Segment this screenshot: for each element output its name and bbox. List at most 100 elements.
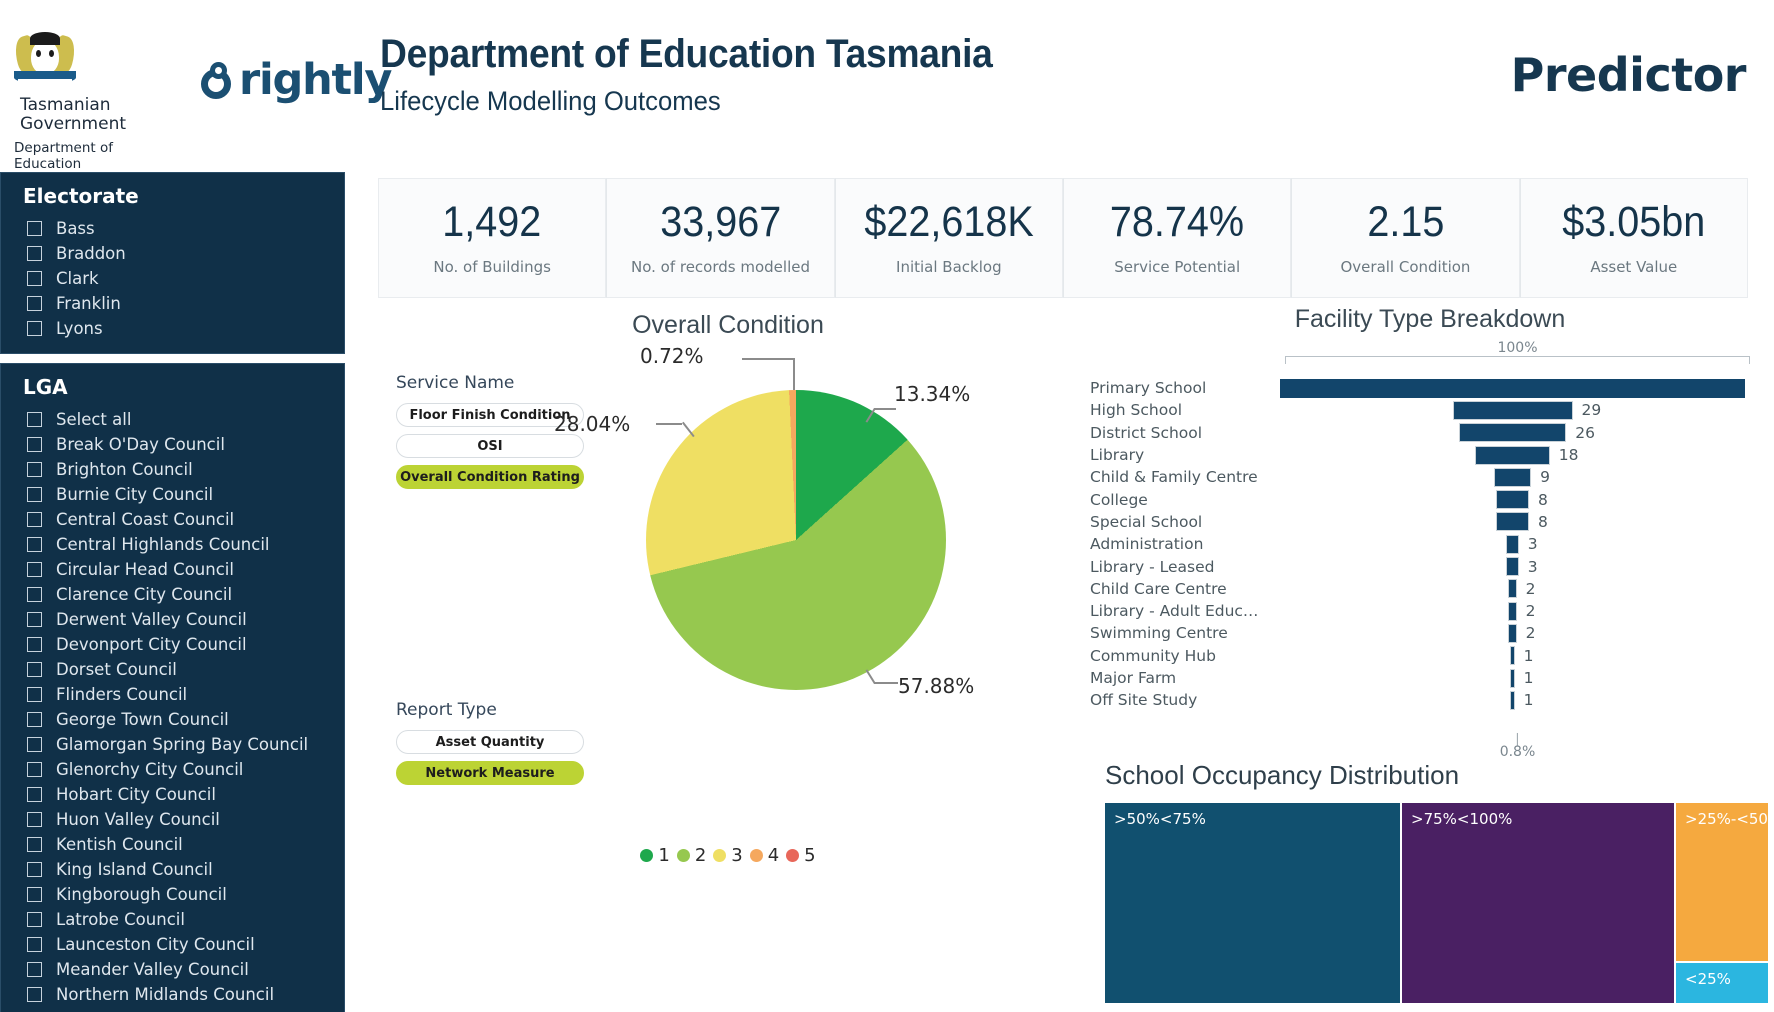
checkbox-icon[interactable]	[27, 412, 42, 427]
checkbox-icon[interactable]	[27, 912, 42, 927]
pie-legend-item[interactable]: 2	[676, 845, 706, 866]
funnel-bar[interactable]	[1493, 467, 1532, 487]
electorate-item[interactable]: Braddon	[1, 241, 344, 266]
report-type-option[interactable]: Network Measure	[396, 761, 584, 785]
lga-item[interactable]: Burnie City Council	[1, 482, 344, 507]
treemap-cell-1[interactable]: >75%<100%	[1402, 803, 1674, 1003]
lga-item[interactable]: Kentish Council	[1, 832, 344, 857]
checkbox-icon[interactable]	[27, 271, 42, 286]
lga-item[interactable]: Huon Valley Council	[1, 807, 344, 832]
treemap-cell-2[interactable]: >25%-<50%	[1676, 803, 1774, 961]
funnel-bar[interactable]	[1475, 445, 1550, 465]
lga-item[interactable]: Glenorchy City Council	[1, 757, 344, 782]
electorate-item[interactable]: Bass	[1, 216, 344, 241]
funnel-bar[interactable]	[1506, 557, 1519, 577]
funnel-row[interactable]: Child & Family Centre 9	[1090, 466, 1770, 488]
funnel-row[interactable]: Administration 3	[1090, 533, 1770, 555]
funnel-row[interactable]: Library 18	[1090, 444, 1770, 466]
funnel-row[interactable]: Library - Leased 3	[1090, 555, 1770, 577]
electorate-item[interactable]: Lyons	[1, 316, 344, 341]
electorate-item[interactable]: Clark	[1, 266, 344, 291]
funnel-bar[interactable]	[1510, 690, 1515, 710]
checkbox-icon[interactable]	[27, 537, 42, 552]
treemap-cell-3[interactable]: <25%	[1676, 963, 1768, 1003]
lga-item[interactable]: Flinders Council	[1, 682, 344, 707]
funnel-row[interactable]: High School 29	[1090, 399, 1770, 421]
funnel-bar[interactable]	[1508, 601, 1517, 621]
checkbox-icon[interactable]	[27, 937, 42, 952]
lga-item[interactable]: Central Coast Council	[1, 507, 344, 532]
lga-item[interactable]: Kingborough Council	[1, 882, 344, 907]
checkbox-icon[interactable]	[27, 587, 42, 602]
electorate-item[interactable]: Franklin	[1, 291, 344, 316]
checkbox-icon[interactable]	[27, 462, 42, 477]
checkbox-icon[interactable]	[27, 812, 42, 827]
checkbox-icon[interactable]	[27, 887, 42, 902]
checkbox-icon[interactable]	[27, 787, 42, 802]
funnel-bar[interactable]	[1510, 668, 1515, 688]
lga-item[interactable]: Devonport City Council	[1, 632, 344, 657]
funnel-row[interactable]: College 8	[1090, 488, 1770, 510]
treemap-cell-0[interactable]: >50%<75%	[1105, 803, 1400, 1003]
service-name-option[interactable]: Overall Condition Rating	[396, 465, 584, 489]
checkbox-icon[interactable]	[27, 612, 42, 627]
checkbox-icon[interactable]	[27, 962, 42, 977]
lga-item[interactable]: George Town Council	[1, 707, 344, 732]
lga-item[interactable]: Derwent Valley Council	[1, 607, 344, 632]
service-name-option[interactable]: OSI	[396, 434, 584, 458]
lga-item[interactable]: Central Highlands Council	[1, 532, 344, 557]
checkbox-icon[interactable]	[27, 862, 42, 877]
lga-item[interactable]: Meander Valley Council	[1, 957, 344, 982]
lga-item[interactable]: Northern Midlands Council	[1, 982, 344, 1007]
lga-item[interactable]: Dorset Council	[1, 657, 344, 682]
funnel-bar[interactable]	[1452, 400, 1573, 420]
funnel-row[interactable]: District School 26	[1090, 422, 1770, 444]
checkbox-icon[interactable]	[27, 221, 42, 236]
funnel-bar[interactable]	[1508, 623, 1517, 643]
funnel-row[interactable]: Library - Adult Educ… 2	[1090, 600, 1770, 622]
lga-item[interactable]: Select all	[1, 407, 344, 432]
report-type-option[interactable]: Asset Quantity	[396, 730, 584, 754]
lga-item[interactable]: Circular Head Council	[1, 557, 344, 582]
funnel-row[interactable]: Child Care Centre 2	[1090, 578, 1770, 600]
funnel-bar[interactable]	[1495, 490, 1530, 510]
lga-item[interactable]: Glamorgan Spring Bay Council	[1, 732, 344, 757]
funnel-bar[interactable]	[1458, 423, 1567, 443]
funnel-bar[interactable]	[1510, 646, 1515, 666]
checkbox-icon[interactable]	[27, 762, 42, 777]
pie-legend-item[interactable]: 3	[713, 845, 743, 866]
funnel-row[interactable]: Special School 8	[1090, 511, 1770, 533]
checkbox-icon[interactable]	[27, 321, 42, 336]
pie-legend-item[interactable]: 4	[749, 845, 779, 866]
funnel-row[interactable]: Off Site Study 1	[1090, 689, 1770, 711]
lga-item[interactable]: Break O'Day Council	[1, 432, 344, 457]
lga-item[interactable]: Brighton Council	[1, 457, 344, 482]
checkbox-icon[interactable]	[27, 296, 42, 311]
checkbox-icon[interactable]	[27, 737, 42, 752]
checkbox-icon[interactable]	[27, 437, 42, 452]
checkbox-icon[interactable]	[27, 246, 42, 261]
lga-item[interactable]: Latrobe Council	[1, 907, 344, 932]
lga-item[interactable]: Hobart City Council	[1, 782, 344, 807]
funnel-bar[interactable]	[1506, 534, 1519, 554]
checkbox-icon[interactable]	[27, 662, 42, 677]
lga-item[interactable]: King Island Council	[1, 857, 344, 882]
funnel-row[interactable]: Major Farm 1	[1090, 667, 1770, 689]
checkbox-icon[interactable]	[27, 712, 42, 727]
checkbox-icon[interactable]	[27, 512, 42, 527]
funnel-bar[interactable]	[1508, 579, 1517, 599]
funnel-row[interactable]: Primary School	[1090, 377, 1770, 399]
pie-legend-item[interactable]: 5	[786, 845, 816, 866]
checkbox-icon[interactable]	[27, 987, 42, 1002]
checkbox-icon[interactable]	[27, 687, 42, 702]
checkbox-icon[interactable]	[27, 837, 42, 852]
lga-item[interactable]: Launceston City Council	[1, 932, 344, 957]
checkbox-icon[interactable]	[27, 487, 42, 502]
checkbox-icon[interactable]	[27, 637, 42, 652]
checkbox-icon[interactable]	[27, 562, 42, 577]
funnel-row[interactable]: Swimming Centre 2	[1090, 622, 1770, 644]
funnel-bar[interactable]	[1280, 378, 1745, 398]
lga-item[interactable]: Clarence City Council	[1, 582, 344, 607]
funnel-bar[interactable]	[1495, 512, 1530, 532]
funnel-row[interactable]: Community Hub 1	[1090, 645, 1770, 667]
